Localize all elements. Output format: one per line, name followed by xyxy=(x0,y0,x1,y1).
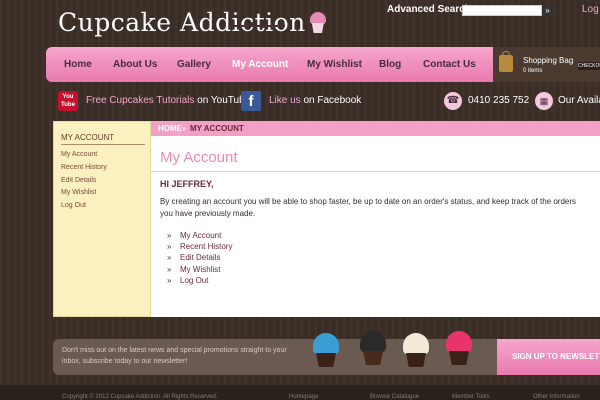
nav-about-us[interactable]: About Us xyxy=(113,59,157,70)
nav-gallery[interactable]: Gallery xyxy=(177,59,211,70)
nav-my-account[interactable]: My Account xyxy=(232,59,288,70)
cupcake-image-green xyxy=(358,331,388,367)
bullet: » xyxy=(167,265,172,274)
main-content: HOME » MY ACCOUNT My Account HI JEFFREY,… xyxy=(151,121,600,317)
availability-link[interactable]: Our Availability xyxy=(558,95,600,106)
nav-home[interactable]: Home xyxy=(64,59,92,70)
greeting: HI JEFFREY, xyxy=(160,179,214,189)
main-nav: Home About Us Gallery My Account My Wish… xyxy=(46,47,500,82)
search-input[interactable] xyxy=(462,5,542,16)
footer-copyright: Copyright © 2012 Cupcake Addiction. All … xyxy=(62,394,218,400)
sidebar-item-my-account[interactable]: My Account xyxy=(61,151,97,158)
phone-number: 0410 235 752 xyxy=(468,95,530,106)
active-nav-underline xyxy=(229,25,285,27)
footer-link-homepage[interactable]: Homepage xyxy=(289,394,318,400)
cupcake-image-blue xyxy=(311,333,341,369)
youtube-link[interactable]: Free Cupcakes Tutorials on YouTube xyxy=(86,95,250,106)
account-sidebar: MY ACCOUNT My Account Recent History Edi… xyxy=(53,121,151,317)
cupcake-image-cream xyxy=(401,333,431,369)
breadcrumb-separator: » xyxy=(182,124,187,133)
account-link-label: My Wishlist xyxy=(180,265,221,274)
cupcake-logo-icon xyxy=(308,12,328,34)
login-link[interactable]: Log xyxy=(582,4,599,15)
page-title: My Account xyxy=(160,149,238,166)
account-link-label: Log Out xyxy=(180,276,209,285)
facebook-link-highlight: Like us xyxy=(269,95,301,106)
account-link-log-out[interactable]: » Log Out xyxy=(167,276,208,285)
shopping-bag-icon xyxy=(499,51,513,72)
shopping-bag-count: 0 items xyxy=(523,68,543,74)
account-link-edit-details[interactable]: » Edit Details xyxy=(167,253,220,262)
cupcake-image-red xyxy=(444,331,474,367)
footer-link-browse-catalogue[interactable]: Browse Catalogue xyxy=(370,394,419,400)
intro-text: By creating an account you will be able … xyxy=(160,197,577,218)
social-bar: You Tube Free Cupcakes Tutorials on YouT… xyxy=(0,88,600,114)
sidebar-item-my-wishlist[interactable]: My Wishlist xyxy=(61,189,96,196)
account-link-recent-history[interactable]: » Recent History xyxy=(167,242,232,251)
breadcrumb-current: MY ACCOUNT xyxy=(190,124,244,133)
account-link-label: Edit Details xyxy=(180,253,221,262)
youtube-icon[interactable]: You Tube xyxy=(58,91,78,111)
sidebar-divider xyxy=(61,144,145,145)
calendar-icon: ▦ xyxy=(535,92,553,110)
title-divider xyxy=(151,171,600,172)
newsletter-text: Don't miss out on the latest news and sp… xyxy=(62,347,287,365)
sidebar-item-edit-details[interactable]: Edit Details xyxy=(61,177,96,184)
sidebar-item-log-out[interactable]: Log Out xyxy=(61,202,86,209)
account-link-label: Recent History xyxy=(180,242,233,251)
facebook-link-rest: on Facebook xyxy=(300,95,362,106)
shopping-bag-title: Shopping Bag xyxy=(523,56,574,65)
logo-text: Cupcake Addiction xyxy=(58,8,306,37)
sidebar-item-recent-history[interactable]: Recent History xyxy=(61,164,107,171)
breadcrumb-home[interactable]: HOME xyxy=(158,124,182,133)
bullet: » xyxy=(167,253,172,262)
sidebar-title: MY ACCOUNT xyxy=(61,133,115,142)
youtube-link-highlight: Free Cupcakes Tutorials xyxy=(86,95,195,106)
facebook-icon[interactable]: f xyxy=(241,91,261,111)
account-link-label: My Account xyxy=(180,231,222,240)
newsletter-signup-button[interactable]: SIGN UP TO NEWSLETTER xyxy=(497,339,600,375)
account-link-my-account[interactable]: » My Account xyxy=(167,231,221,240)
nav-contact-us[interactable]: Contact Us xyxy=(423,59,476,70)
bullet: » xyxy=(167,242,172,251)
footer-link-member-tools[interactable]: Member Tools xyxy=(452,394,490,400)
site-logo[interactable]: Cupcake Addiction xyxy=(58,8,328,37)
account-link-my-wishlist[interactable]: » My Wishlist xyxy=(167,265,220,274)
checkout-button[interactable]: CHECKOUT xyxy=(578,62,600,70)
bullet: » xyxy=(167,231,172,240)
footer-link-other-information[interactable]: Other Information xyxy=(533,394,580,400)
search-go-button[interactable]: » xyxy=(542,5,553,16)
phone-icon: ☎ xyxy=(444,92,462,110)
nav-my-wishlist[interactable]: My Wishlist xyxy=(307,59,362,70)
breadcrumb: HOME » MY ACCOUNT xyxy=(151,121,600,136)
facebook-link[interactable]: Like us on Facebook xyxy=(269,95,361,106)
advanced-search-link[interactable]: Advanced Search xyxy=(387,4,471,15)
bullet: » xyxy=(167,276,172,285)
nav-blog[interactable]: Blog xyxy=(379,59,401,70)
